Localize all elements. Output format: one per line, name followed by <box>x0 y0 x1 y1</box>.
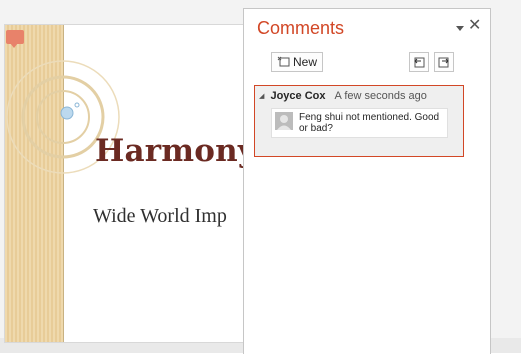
new-button-label: New <box>292 55 317 69</box>
slide-canvas[interactable]: Harmony Wide World Imp <box>4 24 258 343</box>
avatar <box>275 112 293 130</box>
comments-pane: Comments ✕ New ◢ Joyce Cox A few seconds… <box>243 8 491 354</box>
next-comment-icon <box>438 57 449 67</box>
user-silhouette-icon <box>275 112 293 130</box>
next-comment-button[interactable] <box>434 52 454 72</box>
comment-author: Joyce Cox <box>270 90 326 102</box>
pane-title: Comments <box>257 18 345 38</box>
decorative-circles <box>6 60 120 174</box>
comment-header: ◢ Joyce Cox A few seconds ago <box>259 90 427 102</box>
slide-title[interactable]: Harmony <box>95 133 256 169</box>
previous-comment-icon <box>414 57 425 67</box>
slide-subtitle[interactable]: Wide World Imp <box>93 205 227 228</box>
new-comment-button[interactable]: New <box>271 52 323 72</box>
new-comment-icon <box>277 56 290 67</box>
comment-timestamp: A few seconds ago <box>334 90 427 102</box>
close-icon[interactable]: ✕ <box>468 17 481 35</box>
comment-thread[interactable]: ◢ Joyce Cox A few seconds ago Feng shui … <box>254 85 464 157</box>
comment-marker-icon[interactable] <box>6 30 24 48</box>
dropdown-arrow-icon[interactable] <box>455 24 465 32</box>
comment-text: Feng shui not mentioned. Good or bad? <box>299 112 440 134</box>
collapse-triangle-icon[interactable]: ◢ <box>259 93 264 100</box>
previous-comment-button[interactable] <box>409 52 429 72</box>
comment-body[interactable]: Feng shui not mentioned. Good or bad? <box>271 108 448 138</box>
